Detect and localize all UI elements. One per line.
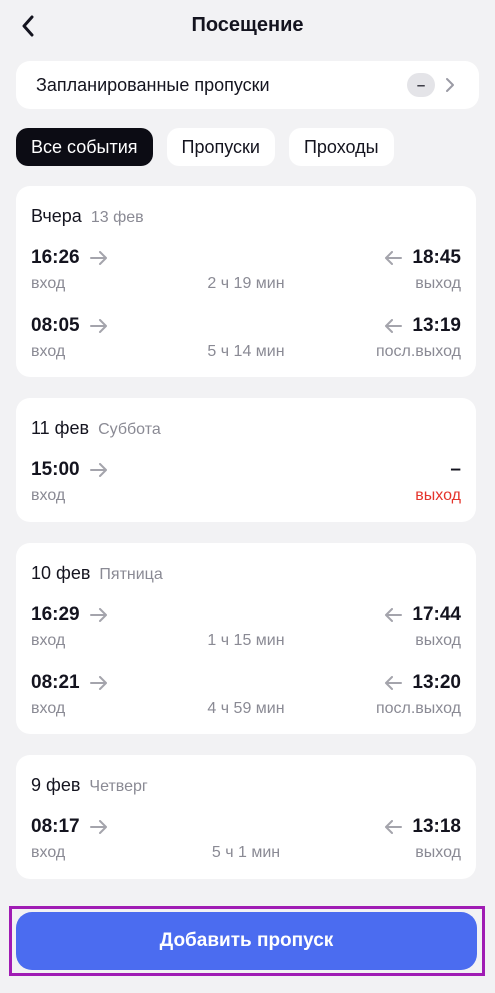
exit-time: 13:19 [412,315,461,336]
exit-label: посл.выход [375,700,461,717]
exit-time: 18:45 [412,247,461,268]
day-card: 11 фев Суббота 15:00 – вход выход [16,398,476,522]
entry-time-group: 08:17 [31,815,108,839]
exit-time-group: 13:18 [384,815,461,839]
exit-time: 13:18 [412,816,461,837]
arrow-left-icon [385,820,403,834]
arrow-right-icon [89,676,107,690]
day-card: Вчера 13 фев 16:26 18:45 вход 2 ч 19 мин… [16,186,476,377]
duration: 5 ч 1 мин [211,844,281,861]
exit-time-group: 18:45 [384,246,461,270]
day-date: 11 фев [31,418,90,438]
duration: 1 ч 15 мин [207,632,285,649]
entry-time-group: 08:05 [31,314,108,338]
day-header: Вчера 13 фев [31,206,144,227]
arrow-left-icon [385,319,403,333]
visit-row: 08:21 13:20 вход 4 ч 59 мин посл.выход [16,671,476,727]
arrow-right-icon [89,820,107,834]
tab-all-events[interactable]: Все события [16,128,153,166]
chevron-right-icon [445,77,459,93]
entry-time: 08:05 [31,315,80,336]
entry-time: 15:00 [31,459,80,480]
entry-time-group: 08:21 [31,671,108,695]
filter-tabs: Все события Пропуски Проходы [16,128,394,166]
entry-time: 08:21 [31,672,80,693]
exit-label: выход [415,632,461,649]
visit-row: 08:05 13:19 вход 5 ч 14 мин посл.выход [16,314,476,370]
exit-time: 13:20 [412,672,461,693]
planned-passes-row[interactable]: Запланированные пропуски – [16,61,479,109]
visit-row: 16:29 17:44 вход 1 ч 15 мин выход [16,603,476,659]
planned-passes-label: Запланированные пропуски [36,74,270,95]
exit-time-group: – [450,458,461,482]
exit-label: выход [415,275,461,292]
exit-time: 17:44 [412,604,461,625]
exit-label-missing: выход [415,487,461,504]
entry-time: 08:17 [31,816,80,837]
arrow-left-icon [385,608,403,622]
header: Посещение [0,0,495,52]
day-card: 10 фев Пятница 16:29 17:44 вход 1 ч 15 м… [16,543,476,734]
day-card: 9 фев Четверг 08:17 13:18 вход 5 ч 1 мин… [16,755,476,879]
exit-time-group: 13:19 [384,314,461,338]
day-header: 11 фев Суббота [31,418,161,439]
entry-time: 16:29 [31,604,80,625]
exit-label: выход [415,844,461,861]
tab-entries[interactable]: Проходы [288,128,394,166]
visit-row: 08:17 13:18 вход 5 ч 1 мин выход [16,815,476,871]
day-date: Вчера [31,206,82,226]
day-header: 9 фев Четверг [31,775,148,796]
entry-time-group: 16:26 [31,246,108,270]
arrow-right-icon [89,319,107,333]
arrow-right-icon [89,251,107,265]
exit-time-group: 13:20 [384,671,461,695]
day-header: 10 фев Пятница [31,563,163,584]
exit-time: – [450,459,461,480]
planned-passes-count-badge: – [407,73,435,97]
day-subtitle: Четверг [89,778,148,795]
arrow-left-icon [385,676,403,690]
day-subtitle: 13 фев [90,209,144,226]
day-subtitle: Суббота [98,421,161,438]
tab-passes[interactable]: Пропуски [166,128,275,166]
exit-time-group: 17:44 [384,603,461,627]
entry-time-group: 15:00 [31,458,108,482]
duration: 2 ч 19 мин [207,275,285,292]
arrow-right-icon [89,463,107,477]
page-title: Посещение [191,14,304,36]
day-date: 9 фев [31,775,81,795]
entry-time-group: 16:29 [31,603,108,627]
day-date: 10 фев [31,563,91,583]
entry-label: вход [31,487,66,504]
visit-row: 16:26 18:45 вход 2 ч 19 мин выход [16,246,476,302]
arrow-right-icon [89,608,107,622]
entry-time: 16:26 [31,247,80,268]
add-pass-button[interactable]: Добавить пропуск [16,912,477,970]
day-subtitle: Пятница [99,566,163,583]
arrow-left-icon [385,251,403,265]
exit-label: посл.выход [375,343,461,360]
visit-row: 15:00 – вход выход [16,458,476,514]
